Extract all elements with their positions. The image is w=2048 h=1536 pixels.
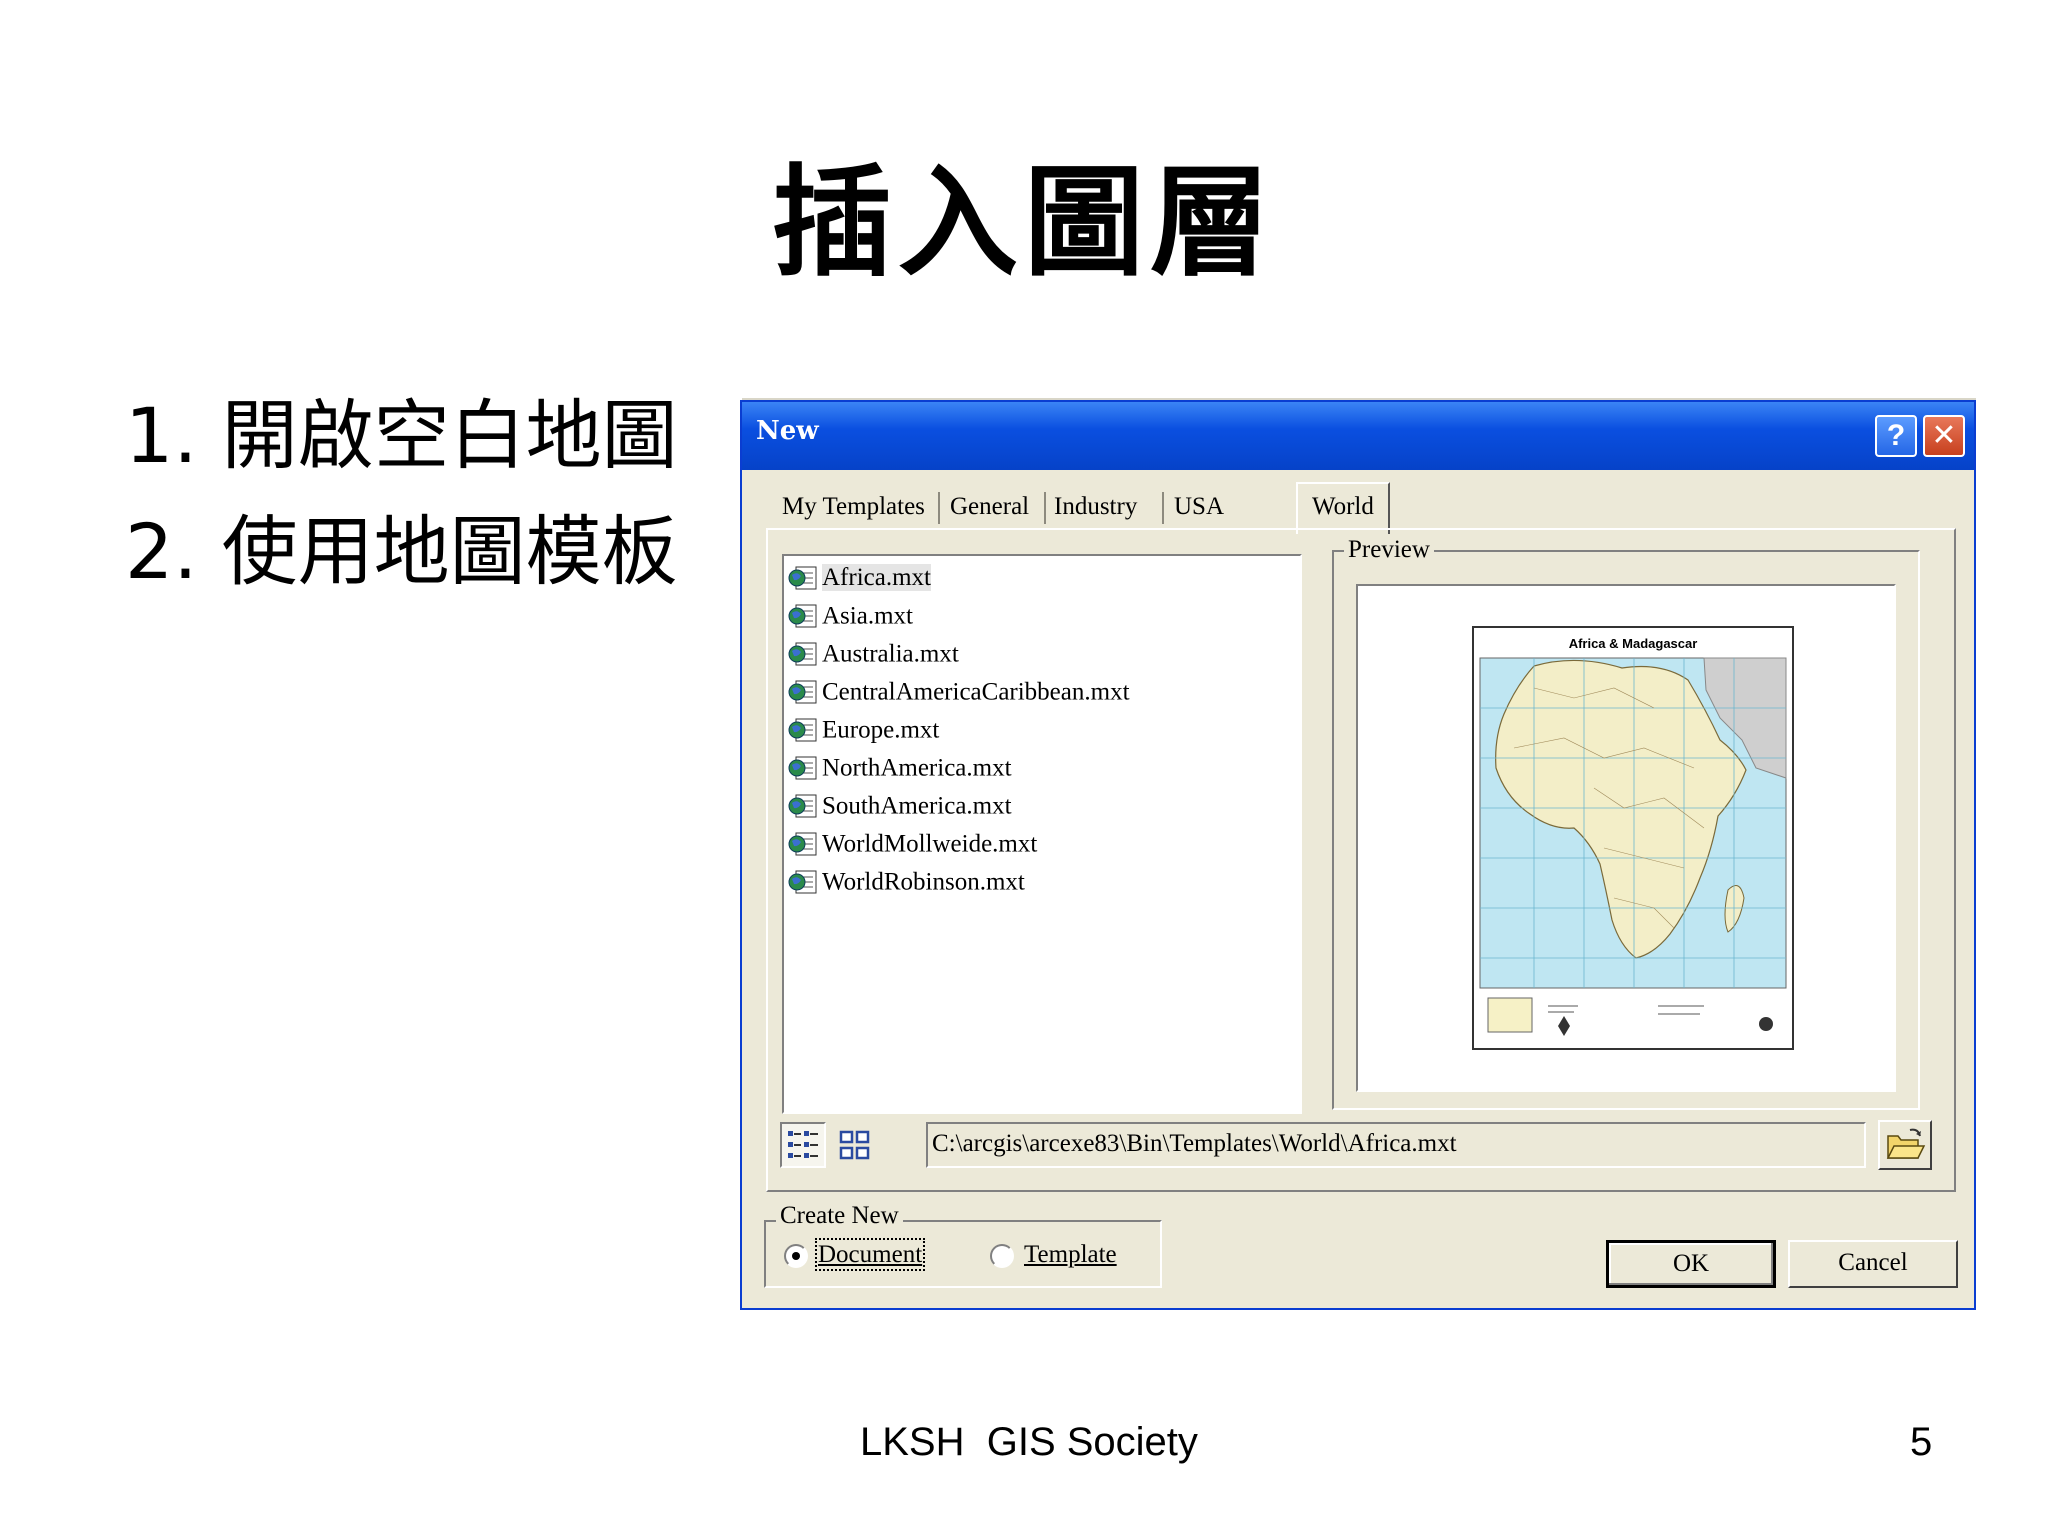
list-item[interactable]: Asia.mxt [788,598,913,632]
file-name: Africa.mxt [822,564,931,592]
ok-button[interactable]: OK [1606,1240,1776,1288]
open-folder-icon [1886,1128,1926,1159]
file-name: CentralAmericaCaribbean.mxt [822,678,1130,706]
slide-title: 插入圖層 [772,154,1276,293]
file-name: Asia.mxt [822,602,913,630]
file-name: WorldMollweide.mxt [822,830,1038,858]
list-item[interactable]: Europe.mxt [788,712,939,746]
template-path-field[interactable]: C:\arcgis\arcexe83\Bin\Templates\World\A… [926,1122,1866,1168]
list-item[interactable]: WorldRobinson.mxt [788,864,1025,898]
preview-area: Africa & Madagascar [1356,584,1896,1092]
tab-industry[interactable]: Industry [1054,486,1137,528]
list-item[interactable]: Africa.mxt [788,560,931,594]
page-number: 5 [1910,1420,1933,1464]
tab-divider [938,492,940,524]
template-radio-label: Template [1024,1241,1117,1268]
map-document-icon [788,870,817,894]
bullet-item-2: 2. 使用地圖模板 [125,507,678,596]
list-item[interactable]: NorthAmerica.mxt [788,750,1012,784]
template-radio[interactable]: Template [990,1240,1117,1270]
file-name: Europe.mxt [822,716,940,744]
close-button[interactable]: ✕ [1923,415,1965,457]
tab-world[interactable]: World [1296,482,1390,534]
map-document-icon [788,642,817,666]
map-document-icon [788,832,817,856]
map-document-icon [788,756,817,780]
bullet-item-1: 1. 開啟空白地圖 [125,391,678,480]
list-view-button[interactable] [780,1122,826,1168]
create-new-label: Create New [776,1202,903,1230]
preview-label: Preview [1344,536,1434,564]
list-item[interactable]: SouthAmerica.mxt [788,788,1012,822]
template-file-list[interactable]: Africa.mxt Asia.mxt Australia.mxt Centra… [782,554,1302,1114]
file-name: Australia.mxt [822,640,959,668]
map-document-icon [788,794,817,818]
browse-folder-button[interactable] [1878,1120,1932,1170]
tab-divider [1162,492,1164,524]
large-icons-view-button[interactable] [832,1122,878,1168]
radio-template-circle[interactable] [990,1244,1014,1269]
list-item[interactable]: Australia.mxt [788,636,959,670]
tab-usa[interactable]: USA [1174,486,1224,528]
help-button[interactable]: ? [1875,415,1917,457]
document-radio-label: Document [814,1238,926,1271]
map-document-icon [788,566,817,590]
dialog-title: New [756,416,819,446]
footer-text: LKSH GIS Society [860,1420,1198,1464]
new-dialog: New ? ✕ My Templates General Industry US… [740,400,1976,1310]
africa-map-image [1479,657,1787,1036]
document-radio[interactable]: Document [784,1238,926,1271]
file-name: SouthAmerica.mxt [822,792,1012,820]
bullet-list: 1. 開啟空白地圖 2. 使用地圖模板 [125,378,678,610]
list-item[interactable]: CentralAmericaCaribbean.mxt [788,674,1130,708]
dialog-titlebar[interactable]: New ? ✕ [742,402,1974,470]
list-view-icon [788,1131,818,1158]
tab-general[interactable]: General [950,486,1029,528]
map-preview-thumbnail: Africa & Madagascar [1472,626,1794,1050]
list-item[interactable]: WorldMollweide.mxt [788,826,1037,860]
radio-document-circle[interactable] [784,1244,808,1269]
cancel-button[interactable]: Cancel [1788,1240,1958,1288]
file-name: WorldRobinson.mxt [822,868,1025,896]
tab-my-templates[interactable]: My Templates [782,486,925,528]
file-name: NorthAmerica.mxt [822,754,1012,782]
map-document-icon [788,604,817,628]
map-document-icon [788,718,817,742]
large-icons-view-icon [839,1130,870,1160]
tab-divider [1044,492,1046,524]
map-document-icon [788,680,817,704]
